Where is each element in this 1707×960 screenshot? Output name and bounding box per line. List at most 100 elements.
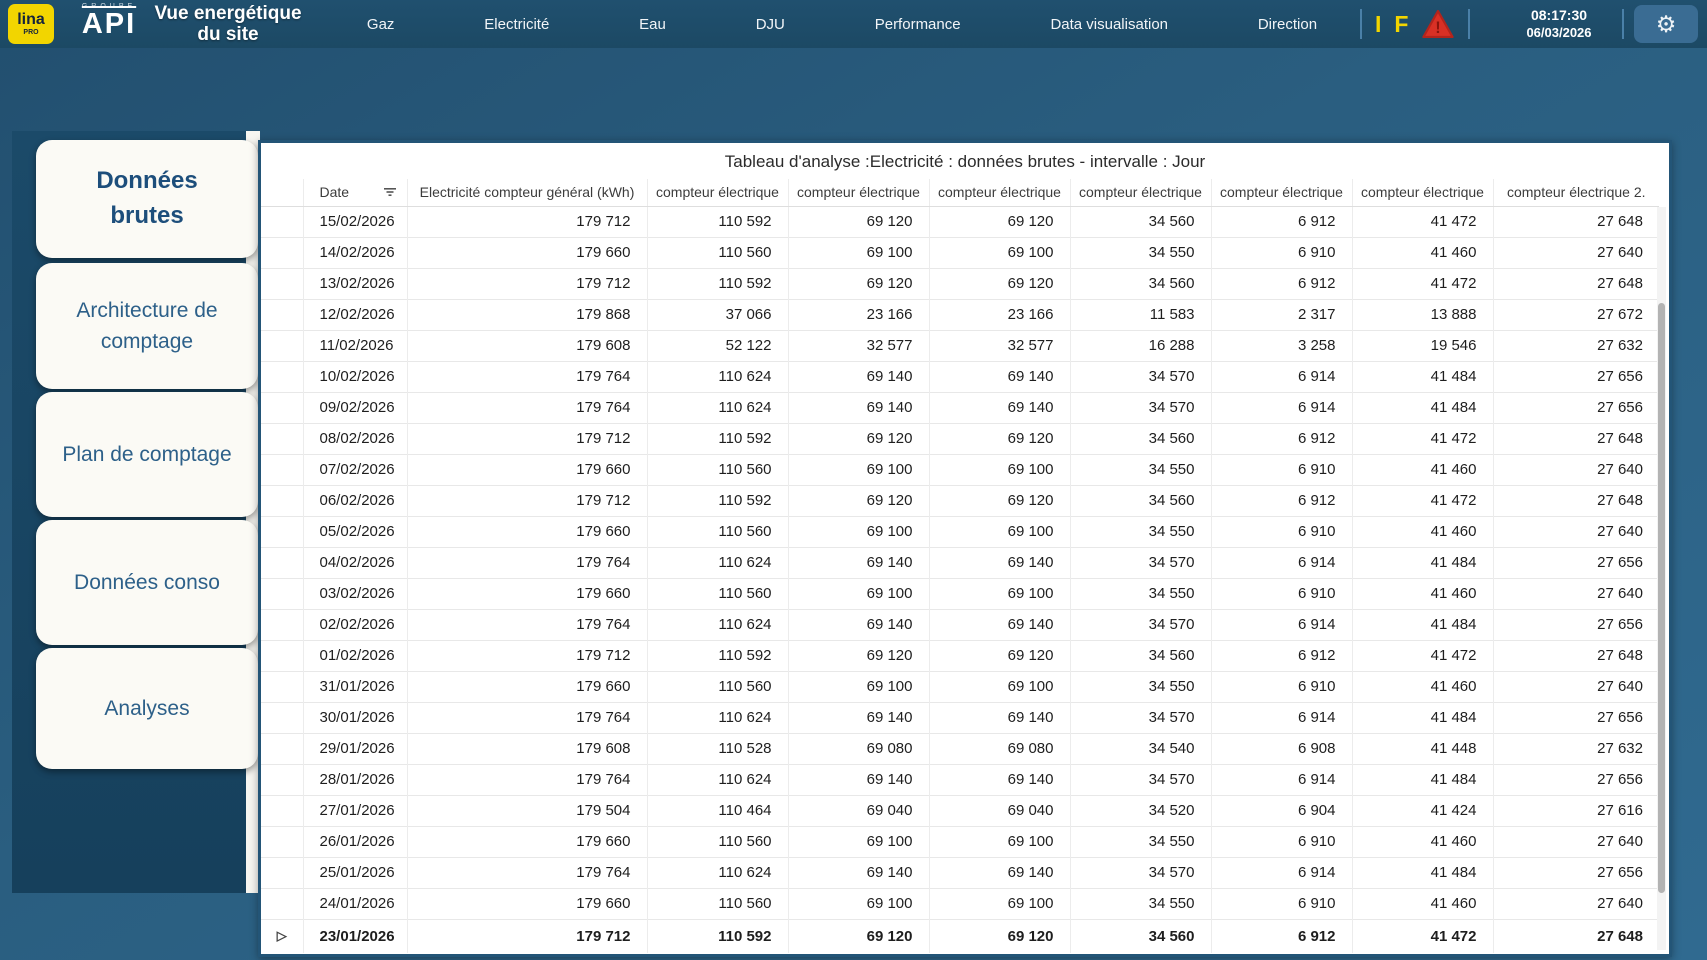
table-row[interactable]: 14/02/2026 179 660 110 560 69 100 69 100…	[261, 237, 1659, 268]
table-row[interactable]: 27/01/2026 179 504 110 464 69 040 69 040…	[261, 795, 1659, 826]
row-expander-icon[interactable]	[261, 268, 303, 299]
row-expander-icon[interactable]	[261, 578, 303, 609]
cell-value: 110 624	[647, 857, 788, 888]
column-header-compteur-electrique-5[interactable]: compteur électrique	[1211, 179, 1352, 206]
sidebar-item-donnees-conso[interactable]: Données conso	[36, 520, 258, 645]
separator	[1468, 9, 1470, 39]
row-expander-icon[interactable]: ▷	[261, 919, 303, 953]
cell-value: 27 648	[1493, 206, 1659, 237]
cell-value: 34 550	[1070, 516, 1211, 547]
column-header-compteur-electrique-4[interactable]: compteur électrique	[1070, 179, 1211, 206]
table-row[interactable]: 15/02/2026 179 712 110 592 69 120 69 120…	[261, 206, 1659, 237]
sidebar-item-donnees-brutes[interactable]: Données brutes	[36, 140, 258, 258]
cell-value: 6 912	[1211, 423, 1352, 454]
cell-value: 6 910	[1211, 578, 1352, 609]
cell-date: 30/01/2026	[303, 702, 407, 733]
row-expander-icon[interactable]	[261, 516, 303, 547]
vertical-scrollbar[interactable]	[1657, 207, 1666, 950]
table-row[interactable]: 02/02/2026 179 764 110 624 69 140 69 140…	[261, 609, 1659, 640]
cell-value: 110 624	[647, 392, 788, 423]
row-expander-icon[interactable]	[261, 206, 303, 237]
column-header-compteur-electrique-2[interactable]: compteur électrique	[788, 179, 929, 206]
row-expander-icon[interactable]	[261, 733, 303, 764]
cell-value: 69 100	[788, 454, 929, 485]
row-expander-icon[interactable]	[261, 702, 303, 733]
table-row[interactable]: 04/02/2026 179 764 110 624 69 140 69 140…	[261, 547, 1659, 578]
page-title-line1: Vue energétique	[128, 3, 328, 24]
table-row[interactable]: 03/02/2026 179 660 110 560 69 100 69 100…	[261, 578, 1659, 609]
cell-value: 6 910	[1211, 237, 1352, 268]
column-header-compteur-electrique-1[interactable]: compteur électrique	[647, 179, 788, 206]
cell-value: 16 288	[1070, 330, 1211, 361]
table-row[interactable]: 05/02/2026 179 660 110 560 69 100 69 100…	[261, 516, 1659, 547]
table-row[interactable]: 12/02/2026 179 868 37 066 23 166 23 166 …	[261, 299, 1659, 330]
column-header-compteur-electrique-7[interactable]: compteur électrique 2.	[1493, 179, 1659, 206]
cell-value: 6 904	[1211, 795, 1352, 826]
table-row[interactable]: 08/02/2026 179 712 110 592 69 120 69 120…	[261, 423, 1659, 454]
table-row[interactable]: 29/01/2026 179 608 110 528 69 080 69 080…	[261, 733, 1659, 764]
row-expander-icon[interactable]	[261, 299, 303, 330]
table-row[interactable]: 25/01/2026 179 764 110 624 69 140 69 140…	[261, 857, 1659, 888]
row-expander-icon[interactable]	[261, 795, 303, 826]
row-expander-icon[interactable]	[261, 857, 303, 888]
row-expander-icon[interactable]	[261, 423, 303, 454]
row-expander-icon[interactable]	[261, 547, 303, 578]
table-row[interactable]: 30/01/2026 179 764 110 624 69 140 69 140…	[261, 702, 1659, 733]
nav-item-direction[interactable]: Direction	[1258, 16, 1317, 33]
table-row[interactable]: 06/02/2026 179 712 110 592 69 120 69 120…	[261, 485, 1659, 516]
cell-value: 27 640	[1493, 671, 1659, 702]
table-row[interactable]: 13/02/2026 179 712 110 592 69 120 69 120…	[261, 268, 1659, 299]
nav-item-eau[interactable]: Eau	[639, 16, 666, 33]
row-expander-icon[interactable]	[261, 888, 303, 919]
row-expander-icon[interactable]	[261, 640, 303, 671]
column-header-compteur-electrique-3[interactable]: compteur électrique	[929, 179, 1070, 206]
cell-value: 27 656	[1493, 392, 1659, 423]
row-expander-icon[interactable]	[261, 392, 303, 423]
row-expander-icon[interactable]	[261, 485, 303, 516]
table-row[interactable]: 10/02/2026 179 764 110 624 69 140 69 140…	[261, 361, 1659, 392]
nav-item-gaz[interactable]: Gaz	[367, 16, 395, 33]
table-row[interactable]: 24/01/2026 179 660 110 560 69 100 69 100…	[261, 888, 1659, 919]
column-header-compteur-electrique-6[interactable]: compteur électrique	[1352, 179, 1493, 206]
nav-item-performance[interactable]: Performance	[875, 16, 961, 33]
table-row[interactable]: 28/01/2026 179 764 110 624 69 140 69 140…	[261, 764, 1659, 795]
sidebar-item-analyses[interactable]: Analyses	[36, 648, 258, 769]
cell-date: 27/01/2026	[303, 795, 407, 826]
row-expander-icon[interactable]	[261, 826, 303, 857]
scrollbar-thumb[interactable]	[1658, 303, 1665, 893]
table-row[interactable]: 09/02/2026 179 764 110 624 69 140 69 140…	[261, 392, 1659, 423]
nav-item-data-visualisation[interactable]: Data visualisation	[1050, 16, 1168, 33]
clock-date: 06/03/2026	[1505, 25, 1613, 40]
nav-item-dju[interactable]: DJU	[756, 16, 785, 33]
table-row[interactable]: 11/02/2026 179 608 52 122 32 577 32 577 …	[261, 330, 1659, 361]
table-row[interactable]: ▷ 23/01/2026 179 712 110 592 69 120 69 1…	[261, 919, 1659, 953]
row-expander-icon[interactable]	[261, 330, 303, 361]
cell-value: 69 120	[929, 206, 1070, 237]
row-expander-icon[interactable]	[261, 237, 303, 268]
table-row[interactable]: 31/01/2026 179 660 110 560 69 100 69 100…	[261, 671, 1659, 702]
cell-date: 24/01/2026	[303, 888, 407, 919]
cell-date: 03/02/2026	[303, 578, 407, 609]
column-header-compteur-general[interactable]: Electricité compteur général (kWh)	[407, 179, 647, 206]
cell-value: 41 460	[1352, 237, 1493, 268]
row-expander-icon[interactable]	[261, 764, 303, 795]
cell-value: 27 640	[1493, 826, 1659, 857]
column-header-date[interactable]: Date	[303, 179, 407, 206]
row-expander-icon[interactable]	[261, 609, 303, 640]
cell-value: 69 100	[929, 237, 1070, 268]
cell-date: 26/01/2026	[303, 826, 407, 857]
sidebar-item-architecture-de-comptage[interactable]: Architecture de comptage	[36, 263, 258, 389]
settings-button[interactable]: ⚙	[1634, 5, 1698, 43]
table-row[interactable]: 07/02/2026 179 660 110 560 69 100 69 100…	[261, 454, 1659, 485]
filter-icon[interactable]	[383, 186, 397, 198]
table-row[interactable]: 26/01/2026 179 660 110 560 69 100 69 100…	[261, 826, 1659, 857]
cell-value: 69 100	[929, 826, 1070, 857]
cell-value: 179 660	[407, 671, 647, 702]
warning-triangle-icon[interactable]: !	[1421, 9, 1455, 39]
row-expander-icon[interactable]	[261, 671, 303, 702]
table-row[interactable]: 01/02/2026 179 712 110 592 69 120 69 120…	[261, 640, 1659, 671]
nav-item-electricite[interactable]: Electricité	[484, 16, 549, 33]
sidebar-item-plan-de-comptage[interactable]: Plan de comptage	[36, 392, 258, 517]
row-expander-icon[interactable]	[261, 361, 303, 392]
row-expander-icon[interactable]	[261, 454, 303, 485]
